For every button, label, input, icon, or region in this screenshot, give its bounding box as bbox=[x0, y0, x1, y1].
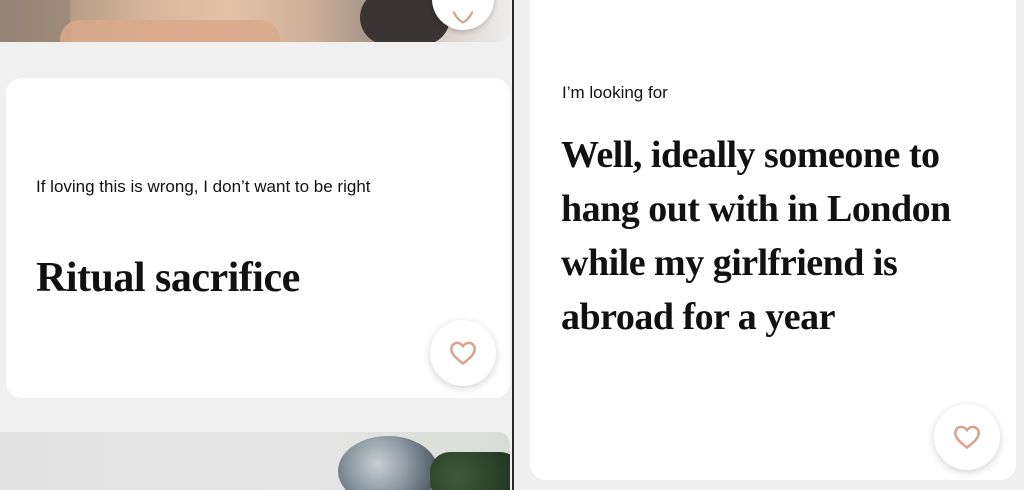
like-button[interactable] bbox=[934, 404, 1000, 470]
heart-outline-icon bbox=[452, 11, 474, 24]
profile-photo-bottom[interactable] bbox=[0, 432, 510, 490]
heart-outline-icon bbox=[954, 425, 980, 449]
prompt-card: If loving this is wrong, I don’t want to… bbox=[6, 78, 510, 398]
right-profile-panel: I’m looking for Well, ideally someone to… bbox=[514, 0, 1024, 490]
left-profile-panel: If loving this is wrong, I don’t want to… bbox=[0, 0, 512, 490]
like-button[interactable] bbox=[430, 320, 496, 386]
prompt-answer: Ritual sacrifice bbox=[36, 255, 300, 301]
photo-detail bbox=[338, 436, 438, 490]
prompt-answer: Well, ideally someone to hang out with i… bbox=[561, 134, 951, 338]
photo-detail bbox=[60, 20, 280, 42]
prompt-question: I’m looking for bbox=[562, 83, 668, 102]
heart-outline-icon bbox=[450, 341, 476, 365]
profile-photo-top[interactable] bbox=[0, 0, 510, 42]
prompt-question: If loving this is wrong, I don’t want to… bbox=[36, 177, 371, 196]
photo-detail bbox=[430, 452, 510, 490]
prompt-card: I’m looking for Well, ideally someone to… bbox=[530, 0, 1016, 480]
